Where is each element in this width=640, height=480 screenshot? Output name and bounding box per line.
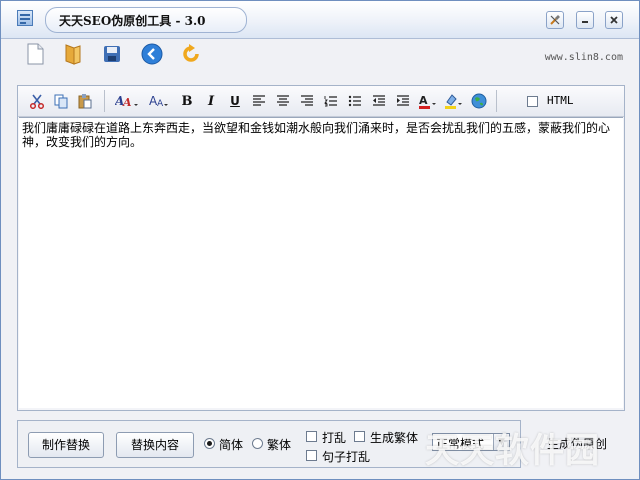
watermark-text: 天天软件园 (425, 431, 600, 471)
minimize-icon (582, 21, 588, 23)
align-center-button[interactable] (274, 92, 292, 110)
minimize-button[interactable] (576, 11, 594, 29)
sentence-shuffle-checkbox[interactable] (306, 450, 317, 461)
traditional-radio[interactable] (252, 438, 263, 449)
generate-traditional-checkbox[interactable] (354, 431, 365, 442)
site-url: www.slin8.com (544, 52, 623, 63)
bullet-list-button[interactable] (346, 92, 364, 110)
bullet-list-icon (348, 95, 361, 107)
paste-icon (78, 94, 92, 109)
new-file-button[interactable] (19, 39, 51, 69)
align-left-icon (253, 95, 265, 106)
traditional-label: 繁体 (267, 438, 292, 452)
open-folder-button[interactable] (57, 39, 89, 69)
save-icon (104, 46, 120, 62)
ordered-list-button[interactable] (322, 92, 340, 110)
cut-icon (29, 94, 45, 109)
simplified-label: 简体 (219, 438, 244, 452)
bold-icon: B (181, 93, 193, 109)
ordered-list-icon (324, 96, 337, 107)
highlight-button[interactable] (444, 92, 464, 110)
outdent-icon (373, 95, 385, 106)
refresh-button[interactable] (175, 39, 207, 69)
window-title-pill: 天天SEO伪原创工具 - 3.0 (45, 7, 247, 33)
close-button[interactable] (605, 11, 623, 29)
font-name-icon: A A (115, 94, 138, 109)
close-icon (610, 16, 618, 24)
save-button[interactable] (96, 39, 128, 69)
format-toolbar: A A A A B I U A HTML (18, 86, 624, 117)
shuffle-checkbox[interactable] (306, 431, 317, 442)
main-toolbar: www.slin8.com (1, 39, 639, 73)
indent-button[interactable] (394, 92, 412, 110)
svg-text:A: A (157, 99, 164, 109)
svg-text:A: A (419, 94, 428, 107)
editor-content[interactable]: 我们庸庸碌碌在道路上东奔西走，当欲望和金钱如潮水般向我们涌来时，是否会扰乱我们的… (22, 121, 610, 149)
globe-link-icon (471, 93, 487, 109)
title-bar[interactable]: 天天SEO伪原创工具 - 3.0 (1, 1, 639, 39)
new-file-icon (27, 43, 44, 65)
align-left-button[interactable] (250, 92, 268, 110)
align-right-icon (301, 95, 313, 106)
shuffle-label: 打乱 (322, 431, 347, 445)
copy-button[interactable] (52, 92, 70, 110)
bold-button[interactable]: B (178, 92, 196, 110)
settings-icon (550, 15, 560, 25)
underline-button[interactable]: U (226, 92, 244, 110)
italic-icon: I (207, 93, 215, 109)
sentence-shuffle-label: 句子打乱 (322, 450, 371, 464)
back-icon (141, 43, 163, 65)
back-button[interactable] (136, 39, 168, 69)
svg-text:A: A (122, 96, 132, 109)
toolbar-separator (496, 90, 497, 112)
font-color-button[interactable]: A (418, 92, 438, 110)
generate-traditional-label: 生成繁体 (370, 431, 419, 445)
paste-button[interactable] (76, 92, 94, 110)
copy-icon (54, 94, 68, 109)
cut-button[interactable] (28, 92, 46, 110)
html-checkbox[interactable] (527, 96, 538, 107)
font-color-icon: A (419, 94, 436, 109)
simplified-radio[interactable] (204, 438, 215, 449)
italic-button[interactable]: I (202, 92, 220, 110)
globe-link-button[interactable] (470, 92, 488, 110)
font-size-icon: A A (149, 94, 168, 109)
font-name-button[interactable]: A A (114, 92, 140, 110)
settings-button[interactable] (546, 11, 564, 29)
outdent-button[interactable] (370, 92, 388, 110)
toolbar-separator (104, 90, 105, 112)
app-icon (17, 10, 33, 26)
app-window: 天天SEO伪原创工具 - 3.0 www.slin8.com A A A A B… (0, 0, 640, 480)
content-editor[interactable]: 我们庸庸碌碌在道路上东奔西走，当欲望和金钱如潮水般向我们涌来时，是否会扰乱我们的… (19, 117, 623, 408)
open-folder-icon (65, 44, 81, 65)
align-right-button[interactable] (298, 92, 316, 110)
replace-content-button[interactable]: 替换内容 (116, 432, 194, 458)
font-size-button[interactable]: A A (148, 92, 170, 110)
window-title: 天天SEO伪原创工具 - 3.0 (59, 14, 206, 28)
refresh-icon (183, 44, 199, 62)
make-replace-button[interactable]: 制作替换 (28, 432, 104, 458)
html-label: HTML (547, 94, 574, 107)
editor-panel: A A A A B I U A HTML 我们庸庸碌碌在道路上东奔西走，当欲望和… (17, 85, 625, 411)
underline-icon: U (230, 94, 240, 108)
align-center-icon (277, 95, 289, 106)
highlight-icon (445, 94, 462, 109)
indent-icon (397, 95, 409, 106)
